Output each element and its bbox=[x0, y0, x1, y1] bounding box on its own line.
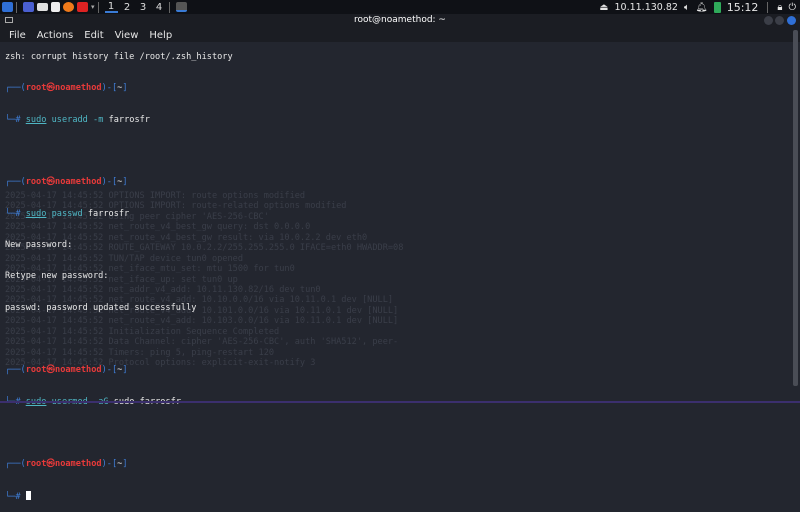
text-cursor bbox=[25, 490, 31, 500]
workspace-2[interactable]: 2 bbox=[121, 1, 134, 13]
chevron-down-icon[interactable]: ▾ bbox=[91, 1, 95, 13]
cmd-arg: farrosfr bbox=[87, 208, 130, 219]
firefox-icon[interactable] bbox=[63, 2, 74, 12]
top-panel: ▾ 1 2 3 4 ⏏ 10.11.130.82 🔈︎ 🔔︎ 15:12 🔒︎ … bbox=[0, 0, 800, 14]
system-tray: ⏏ 10.11.130.82 🔈︎ 🔔︎ 15:12 🔒︎ ⏻ bbox=[600, 0, 797, 14]
window-title: root@noamethod: ~ bbox=[354, 15, 446, 25]
battery-icon[interactable] bbox=[713, 1, 721, 13]
output-line: passwd: password updated successfully bbox=[5, 302, 197, 313]
power-icon[interactable]: ⏻ bbox=[788, 2, 796, 13]
cmd-word: useradd bbox=[51, 114, 88, 125]
workspace-3[interactable]: 3 bbox=[137, 1, 150, 13]
network-icon[interactable]: ⏏ bbox=[600, 2, 609, 13]
workspace-4[interactable]: 4 bbox=[153, 1, 166, 13]
active-prompt[interactable]: └─# bbox=[5, 490, 792, 502]
cmd-arg: farrosfr bbox=[108, 114, 150, 125]
command-line: └─# sudo passwd farrosfr bbox=[5, 208, 130, 219]
prompt-host: noamethod bbox=[55, 459, 102, 470]
warning-line: zsh: corrupt history file /root/.zsh_his… bbox=[5, 51, 233, 62]
cmd-word: passwd bbox=[51, 208, 83, 219]
output-line: Retype new password: bbox=[5, 271, 109, 282]
text-editor-icon[interactable] bbox=[51, 2, 60, 12]
prompt-user: root bbox=[25, 365, 47, 376]
cmd-word: sudo bbox=[25, 114, 47, 125]
divider bbox=[168, 1, 170, 13]
kali-menu-icon[interactable] bbox=[2, 2, 13, 12]
prompt-header: ┌──(root㉿noamethod)-[~] bbox=[5, 459, 128, 470]
prompt-user: root bbox=[25, 83, 47, 94]
terminal-task-icon[interactable] bbox=[175, 2, 187, 12]
prompt-host: noamethod bbox=[55, 83, 102, 94]
title-bar: root@noamethod: ~ bbox=[0, 14, 800, 28]
ip-address: 10.11.130.82 bbox=[614, 1, 678, 13]
divider bbox=[767, 1, 769, 13]
lock-icon[interactable]: 🔒︎ bbox=[777, 2, 782, 13]
divider bbox=[97, 1, 99, 13]
minimize-button[interactable] bbox=[764, 16, 773, 25]
cmd-flag: -m bbox=[93, 114, 104, 125]
prompt-host: noamethod bbox=[55, 177, 102, 188]
workspace-1[interactable]: 1 bbox=[104, 1, 118, 13]
prompt-header: ┌──(root㉿noamethod)-[~] bbox=[5, 177, 128, 188]
prompt-user: root bbox=[25, 177, 47, 188]
cmd-word: sudo bbox=[25, 208, 47, 219]
maximize-button[interactable] bbox=[775, 16, 784, 25]
terminal-output[interactable]: zsh: corrupt history file /root/.zsh_his… bbox=[0, 28, 792, 502]
prompt-user: root bbox=[25, 459, 47, 470]
terminal-launcher-icon[interactable] bbox=[77, 2, 88, 12]
divider bbox=[16, 1, 17, 13]
scrollbar[interactable] bbox=[793, 30, 798, 386]
clock[interactable]: 15:12 bbox=[727, 1, 759, 14]
prompt-header: ┌──(root㉿noamethod)-[~] bbox=[5, 83, 128, 94]
notification-bell-icon[interactable]: 🔔︎ bbox=[696, 2, 708, 13]
show-desktop-icon[interactable] bbox=[23, 2, 34, 12]
file-manager-icon[interactable] bbox=[37, 3, 48, 11]
command-line: └─# sudo useradd -m farrosfr bbox=[5, 114, 150, 125]
prompt-header: ┌──(root㉿noamethod)-[~] bbox=[5, 365, 128, 376]
output-line: New password: bbox=[5, 239, 73, 250]
volume-icon[interactable]: 🔈︎ bbox=[684, 2, 690, 13]
prompt-host: noamethod bbox=[55, 365, 102, 376]
close-button[interactable] bbox=[787, 16, 796, 25]
